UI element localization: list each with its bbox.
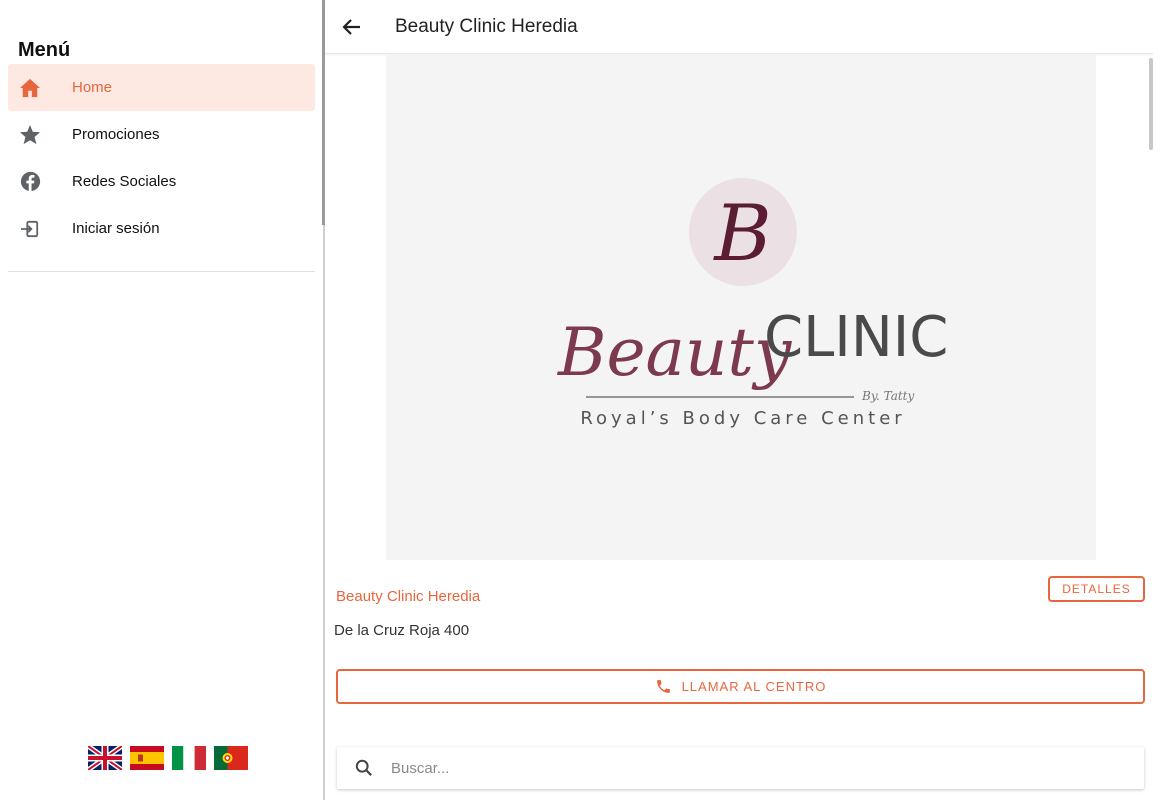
sidebar: Menú Home Promociones Redes Sociales Ini… [0,0,323,800]
logo-monogram: B [712,189,771,279]
sidebar-item-redes-sociales[interactable]: Redes Sociales [8,158,315,205]
menu-list: Home Promociones Redes Sociales Iniciar … [8,64,315,252]
sidebar-item-label: Home [72,79,113,96]
italian-flag[interactable] [172,746,206,770]
search-input[interactable] [391,759,1091,777]
details-button[interactable]: DETALLES [1048,576,1145,602]
sidebar-item-label: Redes Sociales [72,173,177,190]
center-address: De la Cruz Roja 400 [334,622,470,639]
logo-script: Beauty [557,314,792,391]
logo-tagline: Royal’s Body Care Center [580,408,905,429]
login-icon [8,220,52,238]
portuguese-flag[interactable] [214,746,248,770]
star-icon [8,124,52,145]
sidebar-item-iniciar-sesion[interactable]: Iniciar sesión [8,205,315,252]
sidebar-divider [8,271,315,272]
sidebar-item-promociones[interactable]: Promociones [8,111,315,158]
beauty-clinic-logo: B Beauty CLINIC By. Tatty Royal’s Body C… [557,178,948,429]
logo-byline: By. Tatty [861,389,915,403]
phone-icon [656,680,670,693]
sidebar-item-label: Iniciar sesión [72,220,160,237]
scrollbar[interactable] [1149,58,1153,150]
back-button[interactable] [325,0,379,54]
search-bar [337,747,1144,789]
home-icon [8,78,52,98]
search-icon [337,759,391,777]
spanish-flag[interactable] [130,746,164,770]
sidebar-item-label: Promociones [72,126,160,143]
call-center-label: LLAMAR AL CENTRO [681,679,827,694]
facebook-icon [8,171,52,192]
center-name: Beauty Clinic Heredia [336,588,481,605]
english-flag[interactable] [88,746,122,770]
language-selector [88,746,248,770]
app-bar: Beauty Clinic Heredia [325,0,1153,54]
center-logo-image: B Beauty CLINIC By. Tatty Royal’s Body C… [386,55,1096,560]
call-center-button[interactable]: LLAMAR AL CENTRO [336,669,1145,704]
logo-word: CLINIC [764,305,948,370]
arrow-left-icon [342,18,360,35]
sidebar-item-home[interactable]: Home [8,64,315,111]
menu-title: Menú [18,39,71,61]
main-content: Beauty Clinic Heredia B Beauty CLINIC By… [325,0,1153,800]
page-title: Beauty Clinic Heredia [395,15,578,37]
